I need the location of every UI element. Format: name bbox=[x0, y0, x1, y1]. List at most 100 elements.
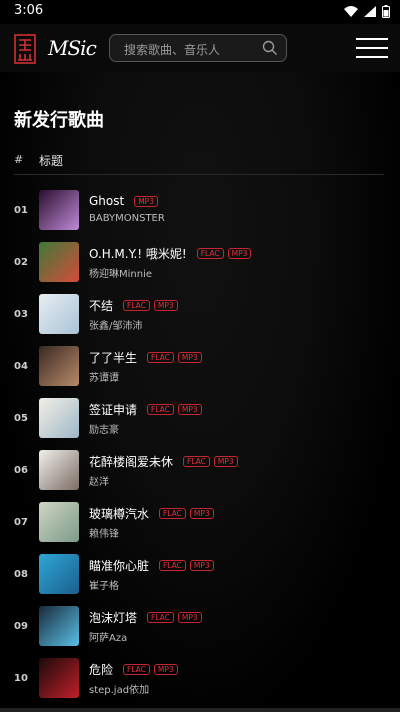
column-header-title: 标题 bbox=[39, 154, 64, 168]
quality-badge: FLAC bbox=[123, 299, 150, 311]
song-meta: 危险 FLAC MP3 step.jad依加 bbox=[89, 660, 389, 696]
search-icon[interactable] bbox=[262, 40, 278, 56]
quality-badge: MP3 bbox=[177, 403, 202, 415]
song-artist[interactable]: 励志豪 bbox=[89, 421, 389, 436]
song-meta: 玻璃樽汽水 FLAC MP3 赖伟锋 bbox=[89, 504, 389, 540]
song-artist[interactable]: 崔子格 bbox=[89, 577, 389, 592]
song-title[interactable]: O.H.M.Y.! 哦米妮! bbox=[89, 245, 187, 262]
album-cover[interactable] bbox=[39, 190, 79, 230]
song-title[interactable]: 了了半生 bbox=[89, 349, 137, 366]
song-meta: 不结 FLAC MP3 张鑫/邹沛沛 bbox=[89, 296, 389, 332]
menu-button[interactable] bbox=[356, 38, 388, 60]
song-row[interactable]: 06 花醉楼阁爱未休 FLAC MP3 赵洋 bbox=[0, 450, 400, 502]
album-cover[interactable] bbox=[39, 658, 79, 698]
status-time: 3:06 bbox=[14, 3, 44, 18]
album-cover[interactable] bbox=[39, 346, 79, 386]
song-rank: 06 bbox=[14, 465, 28, 476]
song-row[interactable]: 10 危险 FLAC MP3 step.jad依加 bbox=[0, 658, 400, 710]
song-row[interactable]: 01 Ghost MP3 BABYMONSTER bbox=[0, 190, 400, 242]
song-artist[interactable]: 杨迎琳Minnie bbox=[89, 265, 389, 280]
song-title[interactable]: 玻璃樽汽水 bbox=[89, 505, 149, 522]
quality-badge: MP3 bbox=[153, 663, 178, 675]
song-rank: 10 bbox=[14, 673, 28, 684]
status-bar: 3:06 bbox=[0, 0, 400, 24]
song-title-line: 了了半生 FLAC MP3 bbox=[89, 348, 389, 366]
song-row[interactable]: 07 玻璃樽汽水 FLAC MP3 赖伟锋 bbox=[0, 502, 400, 554]
page-title: 新发行歌曲 bbox=[14, 110, 104, 131]
song-meta: 了了半生 FLAC MP3 苏谭谭 bbox=[89, 348, 389, 384]
song-meta: 泡沫灯塔 FLAC MP3 阿萨Aza bbox=[89, 608, 389, 644]
song-title[interactable]: 签证申请 bbox=[89, 401, 137, 418]
song-title-line: 玻璃樽汽水 FLAC MP3 bbox=[89, 504, 389, 522]
logo-text: MSic bbox=[48, 36, 97, 60]
song-title-line: 花醉楼阁爱未休 FLAC MP3 bbox=[89, 452, 389, 470]
menu-bar-icon bbox=[356, 47, 388, 49]
quality-badge: MP3 bbox=[189, 559, 214, 571]
album-cover[interactable] bbox=[39, 398, 79, 438]
app-header: MSic 搜索歌曲、音乐人 bbox=[0, 24, 400, 72]
song-meta: 瞄准你心脏 FLAC MP3 崔子格 bbox=[89, 556, 389, 592]
song-artist[interactable]: BABYMONSTER bbox=[89, 213, 389, 224]
bottom-edge bbox=[0, 708, 400, 712]
album-cover[interactable] bbox=[39, 554, 79, 594]
quality-badge: FLAC bbox=[147, 351, 174, 363]
quality-badge: MP3 bbox=[177, 351, 202, 363]
song-meta: 签证申请 FLAC MP3 励志豪 bbox=[89, 400, 389, 436]
song-title[interactable]: 不结 bbox=[89, 297, 113, 314]
app-logo[interactable]: MSic bbox=[14, 34, 97, 64]
song-title[interactable]: Ghost bbox=[89, 194, 124, 208]
wifi-icon bbox=[344, 6, 358, 17]
header-divider bbox=[14, 174, 384, 175]
song-rank: 07 bbox=[14, 517, 28, 528]
song-row[interactable]: 03 不结 FLAC MP3 张鑫/邹沛沛 bbox=[0, 294, 400, 346]
search-bar[interactable]: 搜索歌曲、音乐人 bbox=[109, 34, 287, 62]
song-row[interactable]: 04 了了半生 FLAC MP3 苏谭谭 bbox=[0, 346, 400, 398]
battery-icon bbox=[382, 5, 390, 18]
search-placeholder: 搜索歌曲、音乐人 bbox=[124, 43, 221, 57]
song-title-line: Ghost MP3 bbox=[89, 192, 389, 210]
song-rank: 05 bbox=[14, 413, 28, 424]
song-title[interactable]: 危险 bbox=[89, 661, 113, 678]
song-artist[interactable]: 张鑫/邹沛沛 bbox=[89, 317, 389, 332]
song-row[interactable]: 09 泡沫灯塔 FLAC MP3 阿萨Aza bbox=[0, 606, 400, 658]
song-rank: 09 bbox=[14, 621, 28, 632]
song-row[interactable]: 02 O.H.M.Y.! 哦米妮! FLAC MP3 杨迎琳Minnie bbox=[0, 242, 400, 294]
album-cover[interactable] bbox=[39, 294, 79, 334]
song-title-line: 不结 FLAC MP3 bbox=[89, 296, 389, 314]
song-artist[interactable]: 苏谭谭 bbox=[89, 369, 389, 384]
song-rank: 08 bbox=[14, 569, 28, 580]
song-rank: 01 bbox=[14, 205, 28, 216]
album-cover[interactable] bbox=[39, 242, 79, 282]
song-rank: 04 bbox=[14, 361, 28, 372]
album-cover[interactable] bbox=[39, 502, 79, 542]
song-title[interactable]: 瞄准你心脏 bbox=[89, 557, 149, 574]
song-title[interactable]: 花醉楼阁爱未休 bbox=[89, 453, 173, 470]
song-title-line: 签证申请 FLAC MP3 bbox=[89, 400, 389, 418]
album-cover[interactable] bbox=[39, 606, 79, 646]
column-header-number: # bbox=[14, 153, 24, 166]
song-artist[interactable]: 赖伟锋 bbox=[89, 525, 389, 540]
song-meta: 花醉楼阁爱未休 FLAC MP3 赵洋 bbox=[89, 452, 389, 488]
logo-mark-icon bbox=[14, 34, 36, 64]
song-row[interactable]: 05 签证申请 FLAC MP3 励志豪 bbox=[0, 398, 400, 450]
quality-badge: MP3 bbox=[153, 299, 178, 311]
song-artist[interactable]: 赵洋 bbox=[89, 473, 389, 488]
album-cover[interactable] bbox=[39, 450, 79, 490]
song-title-line: 泡沫灯塔 FLAC MP3 bbox=[89, 608, 389, 626]
quality-badge: MP3 bbox=[213, 455, 238, 467]
song-artist[interactable]: 阿萨Aza bbox=[89, 629, 389, 644]
song-meta: O.H.M.Y.! 哦米妮! FLAC MP3 杨迎琳Minnie bbox=[89, 244, 389, 280]
quality-badge: MP3 bbox=[227, 247, 252, 259]
quality-badge: FLAC bbox=[123, 663, 150, 675]
song-title-line: O.H.M.Y.! 哦米妮! FLAC MP3 bbox=[89, 244, 389, 262]
song-row[interactable]: 08 瞄准你心脏 FLAC MP3 崔子格 bbox=[0, 554, 400, 606]
quality-badge: FLAC bbox=[147, 611, 174, 623]
quality-badge: MP3 bbox=[134, 195, 158, 207]
quality-badge: MP3 bbox=[177, 611, 202, 623]
song-title[interactable]: 泡沫灯塔 bbox=[89, 609, 137, 626]
song-meta: Ghost MP3 BABYMONSTER bbox=[89, 192, 389, 224]
quality-badge: FLAC bbox=[196, 247, 224, 259]
quality-badge: FLAC bbox=[159, 507, 186, 519]
song-artist[interactable]: step.jad依加 bbox=[89, 681, 389, 696]
quality-badge: FLAC bbox=[147, 403, 174, 415]
